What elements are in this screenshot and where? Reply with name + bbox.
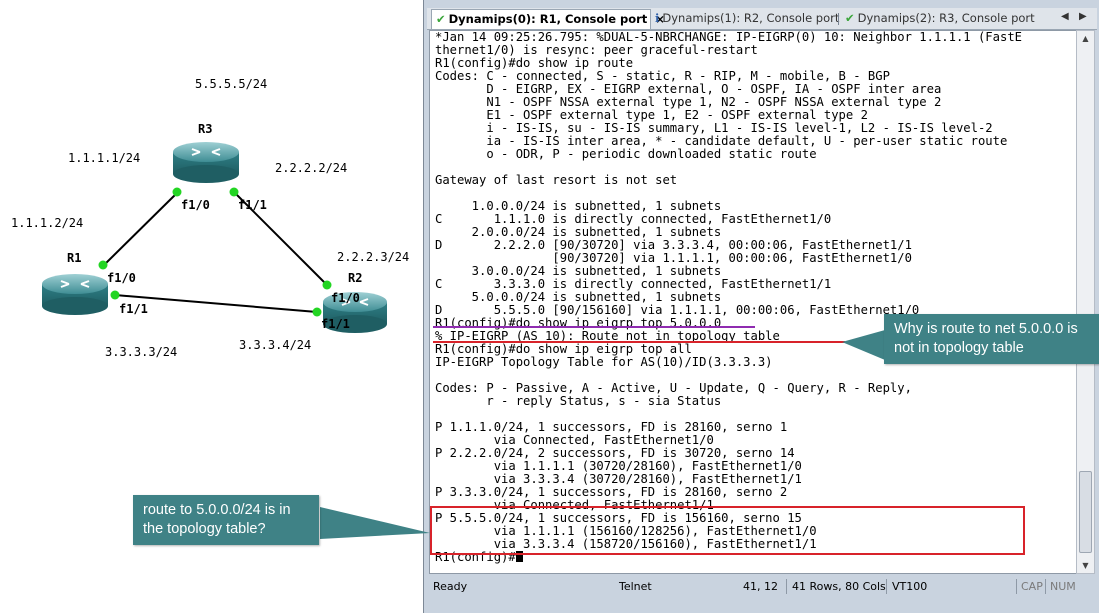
highlight-topology-entry <box>430 506 1025 555</box>
console-line: i - IS-IS, su - IS-IS summary, L1 - IS-I… <box>435 121 993 135</box>
console-line: Codes: P - Passive, A - Active, U - Upda… <box>435 381 912 395</box>
callout-route-in-topology: route to 5.0.0.0/24 is in the topology t… <box>133 495 319 545</box>
console-line: D - EIGRP, EX - EIGRP external, O - OSPF… <box>435 82 942 96</box>
tab-label: Dynamips(1): R2, Console port <box>662 11 840 25</box>
console-text: *Jan 14 09:25:26.795: %DUAL-5-NBRCHANGE:… <box>435 31 1022 564</box>
status-num: NUM <box>1050 580 1076 593</box>
tab-next-icon[interactable]: ▶ <box>1079 11 1087 22</box>
port-r2-f11-dot <box>312 307 322 317</box>
console-line: Codes: C - connected, S - static, R - RI… <box>435 69 890 83</box>
tab-r2-console[interactable]: ℹ Dynamips(1): R2, Console port <box>651 9 841 28</box>
check-icon: ✔ <box>845 11 855 25</box>
status-separator <box>786 579 787 594</box>
console-line: ia - IS-IS inter area, * - candidate def… <box>435 134 1008 148</box>
console-line: C 1.1.1.0 is directly connected, FastEth… <box>435 212 832 226</box>
console-line: r - reply Status, s - sia Status <box>435 394 722 408</box>
console-line: P 2.2.2.0/24, 2 successors, FD is 30720,… <box>435 446 795 460</box>
router-r1-name: R1 <box>67 251 82 265</box>
vertical-scrollbar[interactable]: ▲ ▼ <box>1076 30 1095 574</box>
label-r2-f11-ip: 3.3.3.4/24 <box>239 338 312 352</box>
link-r3-r1 <box>102 191 179 267</box>
label-r3-f11-ip: 2.2.2.2/24 <box>275 161 348 175</box>
callout-why-not-in-topology: Why is route to net 5.0.0.0 is not in to… <box>884 314 1099 364</box>
console-line: o - ODR, P - periodic downloaded static … <box>435 147 817 161</box>
scroll-down-icon[interactable]: ▼ <box>1077 558 1094 573</box>
tab-r3-console[interactable]: ✔ Dynamips(2): R3, Console port <box>841 9 1035 28</box>
status-dimensions: 41 Rows, 80 Cols <box>792 580 886 593</box>
status-cursor-position: 41, 12 <box>743 580 778 593</box>
router-r3-name: R3 <box>198 122 213 136</box>
console-line: D 2.2.2.0 [90/30720] via 3.3.3.4, 00:00:… <box>435 238 912 252</box>
router-r1-icon[interactable] <box>42 274 108 315</box>
console-line: IP-EIGRP Topology Table for AS(10)/ID(3.… <box>435 355 773 369</box>
label-r1-f11-ip: 3.3.3.3/24 <box>105 345 178 359</box>
status-terminal-type: VT100 <box>892 580 928 593</box>
console-line: R1(config)#do show ip eigrp top all <box>435 342 692 356</box>
tab-separator <box>838 13 839 25</box>
callout-pointer-right <box>842 330 885 360</box>
label-r1-f10-ip: 1.1.1.2/24 <box>11 216 84 230</box>
underline-error <box>433 341 845 343</box>
iface-r2-f11: f1/1 <box>321 317 350 331</box>
label-r2-f10-ip: 2.2.2.3/24 <box>337 250 410 264</box>
iface-r2-f10: f1/0 <box>331 291 360 305</box>
tab-label: Dynamips(2): R3, Console port <box>857 11 1035 25</box>
port-r1-f10-dot <box>98 260 108 270</box>
console-line: via Connected, FastEthernet1/0 <box>435 433 714 447</box>
status-separator <box>1045 579 1046 594</box>
console-line: 3.0.0.0/24 is subnetted, 1 subnets <box>435 264 722 278</box>
console-line: via 1.1.1.1 (30720/28160), FastEthernet1… <box>435 459 802 473</box>
console-line: N1 - OSPF NSSA external type 1, N2 - OSP… <box>435 95 942 109</box>
console-output[interactable]: *Jan 14 09:25:26.795: %DUAL-5-NBRCHANGE:… <box>429 30 1077 574</box>
iface-r1-f10: f1/0 <box>107 271 136 285</box>
iface-r3-f11: f1/1 <box>238 198 267 212</box>
console-line: [90/30720] via 1.1.1.1, 00:00:06, FastEt… <box>435 251 912 265</box>
console-line: P 3.3.3.0/24, 1 successors, FD is 28160,… <box>435 485 788 499</box>
label-r3-f10-ip: 1.1.1.1/24 <box>68 151 141 165</box>
port-r3-f11-dot <box>229 187 239 197</box>
status-bar: Ready Telnet 41, 12 41 Rows, 80 Cols VT1… <box>429 576 1095 597</box>
iface-r1-f11: f1/1 <box>119 302 148 316</box>
console-line: 1.0.0.0/24 is subnetted, 1 subnets <box>435 199 722 213</box>
tab-prev-icon[interactable]: ◀ <box>1061 11 1069 22</box>
console-line: thernet1/0) is resync: peer graceful-res… <box>435 43 758 57</box>
underline-command <box>433 326 755 328</box>
scroll-up-icon[interactable]: ▲ <box>1077 31 1094 46</box>
console-line: 2.0.0.0/24 is subnetted, 1 subnets <box>435 225 722 239</box>
console-line: *Jan 14 09:25:26.795: %DUAL-5-NBRCHANGE:… <box>435 30 1022 44</box>
iface-r3-f10: f1/0 <box>181 198 210 212</box>
console-line: Gateway of last resort is not set <box>435 173 678 187</box>
console-line: via 3.3.3.4 (30720/28160), FastEthernet1… <box>435 472 802 486</box>
info-icon: ℹ <box>655 11 660 25</box>
check-icon: ✔ <box>436 12 446 26</box>
status-protocol: Telnet <box>619 580 652 593</box>
router-r2-name: R2 <box>348 271 363 285</box>
tab-bar: ✔ Dynamips(0): R1, Console port × ℹ Dynamip… <box>427 8 1097 30</box>
label-r3-loopback: 5.5.5.5/24 <box>195 77 268 91</box>
status-separator <box>886 579 887 594</box>
port-r3-f10-dot <box>172 187 182 197</box>
console-line: 5.0.0.0/24 is subnetted, 1 subnets <box>435 290 722 304</box>
console-line: E1 - OSPF external type 1, E2 - OSPF ext… <box>435 108 868 122</box>
console-line: P 1.1.1.0/24, 1 successors, FD is 28160,… <box>435 420 788 434</box>
status-caps: CAP <box>1021 580 1043 593</box>
tab-r1-console[interactable]: ✔ Dynamips(0): R1, Console port × <box>431 9 665 29</box>
console-line: D 5.5.5.0 [90/156160] via 1.1.1.1, 00:00… <box>435 303 920 317</box>
port-r2-f10-dot <box>322 280 332 290</box>
console-line: C 3.3.3.0 is directly connected, FastEth… <box>435 277 832 291</box>
callout-pointer-left <box>320 507 430 539</box>
port-r1-f11-dot <box>110 290 120 300</box>
status-separator <box>1016 579 1017 594</box>
router-r3-icon[interactable] <box>173 142 239 183</box>
status-ready: Ready <box>433 580 468 593</box>
scrollbar-thumb[interactable] <box>1079 471 1092 553</box>
console-line: R1(config)#do show ip route <box>435 56 634 70</box>
tab-label: Dynamips(0): R1, Console port <box>448 12 648 26</box>
